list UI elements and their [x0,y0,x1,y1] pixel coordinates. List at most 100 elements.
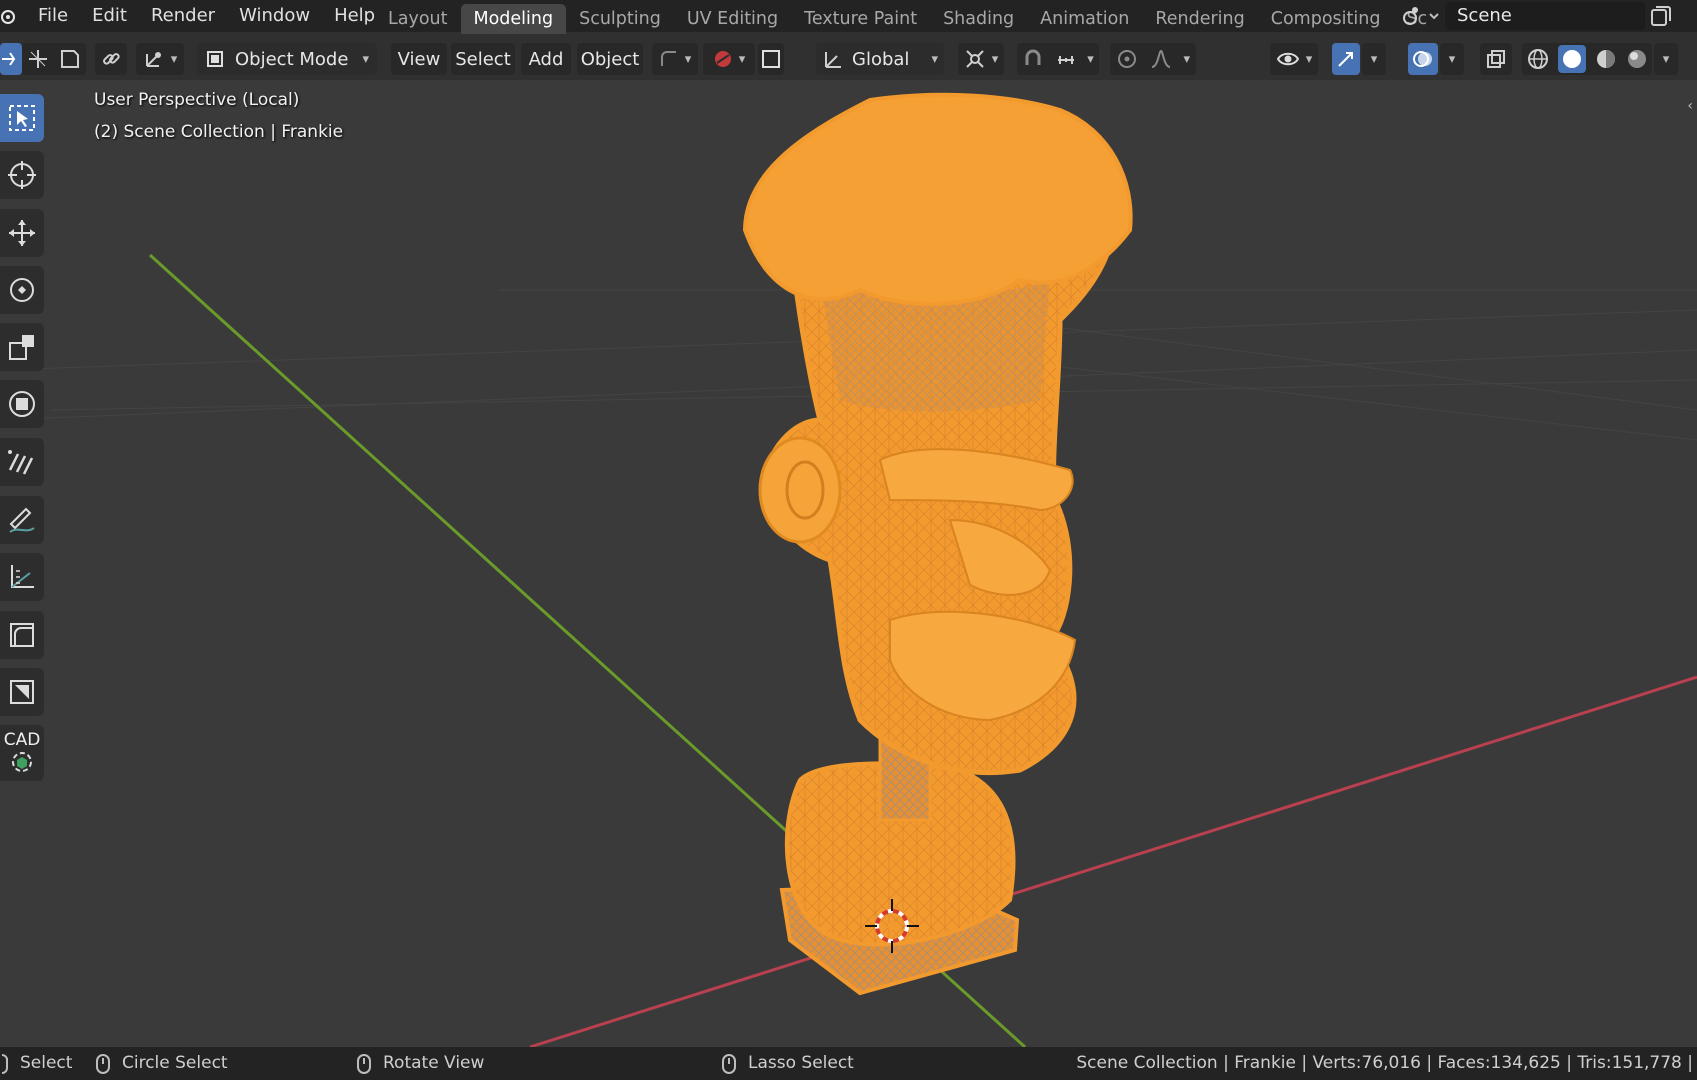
scene-name-field[interactable]: Scene [1445,2,1645,30]
rendered-shading-icon[interactable] [1626,48,1648,70]
add-menu-label: Add [528,48,564,70]
proportional-editing[interactable]: ▾ [1110,43,1196,75]
material-dropdown[interactable]: ▾ [703,43,755,75]
tab-compositing[interactable]: Compositing [1258,4,1394,34]
object-menu-label: Object [580,48,640,70]
tool-rotate[interactable] [0,266,44,314]
material-preview-icon[interactable] [1595,48,1617,70]
edge-dropdown[interactable]: ▾ [652,43,698,75]
menu-edit[interactable]: Edit [80,0,139,32]
x-axis-line [529,675,1697,1047]
tab-sculpting[interactable]: Sculpting [566,4,674,34]
tab-uv-editing[interactable]: UV Editing [674,4,791,34]
transform-orientation-icon [825,52,841,68]
transform-icon [9,391,35,417]
xray-icon [1487,50,1505,68]
link-button[interactable] [95,43,127,75]
rotate-icon [10,278,34,302]
wireframe-shading-icon[interactable] [1527,48,1549,70]
add-menu[interactable]: Add [521,43,571,75]
sidebar-toggle-icon[interactable]: ‹ [1687,98,1693,114]
mouse-middle-icon [357,1053,371,1074]
status-select: Select [2,1047,72,1080]
viewport-canvas [0,92,1697,1047]
gizmo-arrow-icon [1338,52,1353,67]
select-menu[interactable]: Select [451,43,515,75]
mouse-drag-icon [96,1053,110,1074]
tab-shading[interactable]: Shading [930,4,1027,34]
scene-statistics: Scene Collection | Frankie | Verts:76,01… [1076,1053,1693,1073]
tab-rendering[interactable]: Rendering [1142,4,1257,34]
tool-scale[interactable] [0,323,44,371]
scene-icon [1403,7,1439,25]
menu-render[interactable]: Render [139,0,227,32]
shading-options[interactable]: ▾ [1654,43,1678,75]
blender-logo-icon[interactable] [0,0,26,32]
visibility-dropdown[interactable]: ▾ [1270,43,1318,75]
cad-gizmo-icon [12,752,32,772]
tool-move[interactable] [0,209,44,257]
tool-cursor[interactable] [0,151,44,199]
chevron-down-icon: ▾ [684,51,692,67]
menu-window[interactable]: Window [227,0,322,32]
overlay-options[interactable]: ▾ [1440,43,1464,75]
shading-modes[interactable] [1522,43,1652,75]
tab-layout[interactable]: Layout [375,4,461,34]
add-cube-icon [10,623,34,647]
solid-shading-icon[interactable] [1557,45,1586,73]
box-toggle[interactable] [758,43,784,75]
pivot-dropdown[interactable]: ▾ [958,43,1004,75]
chevron-down-icon: ▾ [1662,51,1670,67]
orientation-label: Global [852,48,910,70]
top-bar: File Edit Render Window Help Layout Mode… [0,0,1697,34]
tool-cad[interactable]: CAD [0,725,44,781]
select-menu-label: Select [455,48,511,70]
tool-select-box[interactable] [0,94,44,142]
tab-modeling[interactable]: Modeling [460,4,567,34]
tab-animation[interactable]: Animation [1027,4,1142,34]
chevron-down-icon: ▾ [1087,51,1094,67]
chevron-down-icon: ▾ [362,51,369,67]
chevron-down-icon: ▾ [1448,51,1456,67]
object-menu[interactable]: Object [577,43,643,75]
chevron-down-icon: ▾ [738,51,746,67]
status-rotate-view: Rotate View [357,1047,484,1080]
tool-shelf: CAD [0,94,46,790]
tool-annotate[interactable] [0,496,44,544]
tool-transform[interactable] [0,380,44,428]
view-menu-label: View [397,48,441,70]
view-menu[interactable]: View [391,43,447,75]
mode-dropdown[interactable]: Object Mode ▾ [197,43,377,75]
status-lasso-select: Lasso Select [722,1047,854,1080]
gizmo-toggle[interactable] [1332,43,1360,75]
orientation-dropdown[interactable]: Global ▾ [816,43,944,75]
tool-add-cube[interactable] [0,611,44,659]
gizmo-dropdown[interactable]: ▾ [136,43,184,75]
overlay-icon [1413,51,1432,67]
transform-toggles[interactable] [22,43,86,75]
3d-viewport[interactable]: User Perspective (Local) (2) Scene Colle… [0,80,1697,1047]
add-plane-icon [10,680,34,704]
main-menu: File Edit Render Window Help [26,0,387,32]
snap-controls[interactable]: ▾ [1017,43,1099,75]
scene-browse-button[interactable] [1395,2,1445,30]
gizmo-options[interactable]: ▾ [1362,43,1386,75]
frankie-mesh[interactable] [742,92,1133,996]
new-scene-icon[interactable] [1648,3,1674,29]
xray-toggle[interactable] [1480,43,1512,75]
status-bar: Select Circle Select Rotate View Lasso S… [0,1047,1697,1080]
annotate-icon [9,507,35,533]
overlay-toggle[interactable] [1408,43,1438,75]
proportional-icon [61,50,79,68]
viewport-header: ▾ Object Mode ▾ View Select Add Object ▾… [0,38,1697,80]
magnet-icon [1025,49,1041,65]
tool-annotate-lines[interactable] [0,438,44,486]
tool-add-plane[interactable] [0,668,44,716]
annotate-lines-icon [8,450,34,475]
menu-file[interactable]: File [26,0,80,32]
mouse-right-icon [722,1053,736,1074]
tool-measure[interactable] [0,553,44,601]
select-mode-button[interactable] [0,43,22,75]
tab-texture-paint[interactable]: Texture Paint [791,4,930,34]
status-rotate-view-label: Rotate View [383,1053,485,1073]
